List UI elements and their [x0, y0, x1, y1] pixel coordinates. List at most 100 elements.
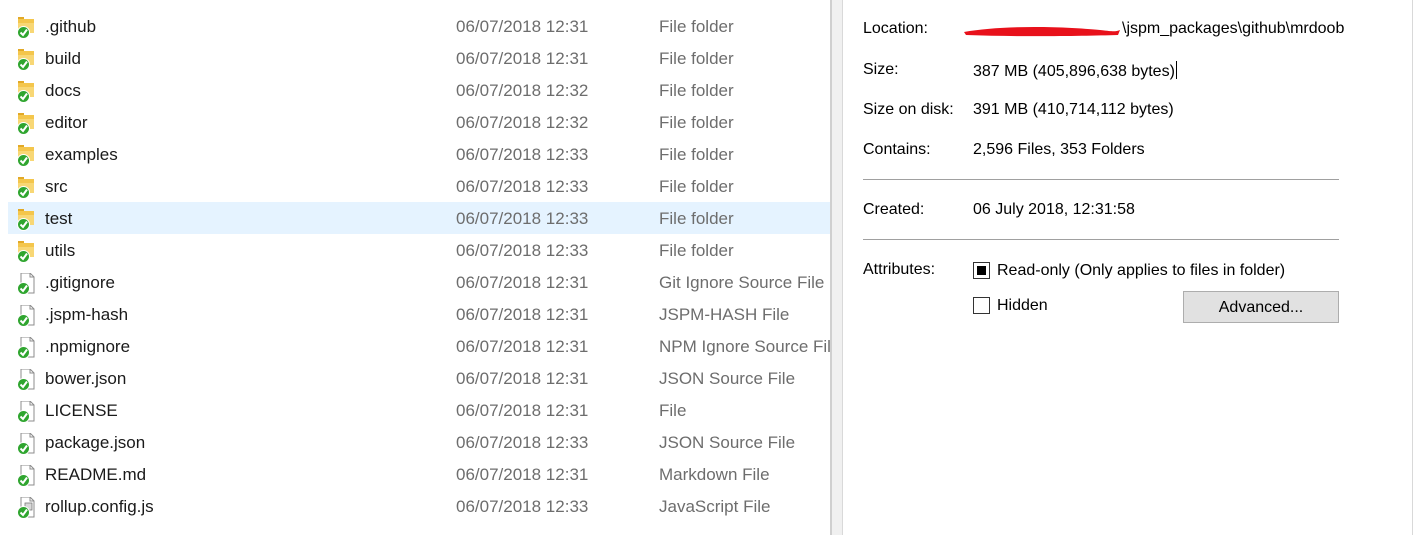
file-type: File folder — [659, 49, 734, 68]
date-modified: 06/07/2018 12:31 — [456, 337, 589, 356]
text-cursor — [1175, 61, 1177, 79]
contains-label: Contains: — [863, 141, 931, 158]
redaction-mark — [964, 27, 1120, 37]
date-modified: 06/07/2018 12:31 — [456, 401, 589, 420]
readonly-checkbox[interactable] — [973, 262, 990, 279]
folder-icon — [16, 177, 36, 199]
folder-icon — [16, 145, 36, 167]
contains-value[interactable]: 2,596 Files, 353 Folders — [973, 141, 1145, 159]
size-on-disk-value[interactable]: 391 MB (410,714,112 bytes) — [973, 101, 1174, 119]
file-type: Git Ignore Source File — [659, 273, 825, 292]
location-value[interactable]: \jspm_packages\github\mrdoob — [1122, 20, 1344, 38]
date-modified: 06/07/2018 12:33 — [456, 209, 589, 228]
file-row[interactable]: docs 06/07/2018 12:32 File folder — [8, 74, 832, 106]
file-row[interactable]: src 06/07/2018 12:33 File folder — [8, 170, 832, 202]
file-type: Markdown File — [659, 465, 770, 484]
date-modified: 06/07/2018 12:31 — [456, 305, 589, 324]
file-name[interactable]: test — [45, 209, 72, 229]
location-label: Location: — [863, 20, 928, 37]
file-name[interactable]: utils — [45, 241, 75, 261]
date-modified: 06/07/2018 12:31 — [456, 49, 589, 68]
file-type: File folder — [659, 209, 734, 228]
folder-icon — [16, 241, 36, 263]
folder-icon — [16, 17, 36, 39]
file-row[interactable]: bower.json 06/07/2018 12:31 JSON Source Fi… — [8, 362, 832, 394]
indeterminate-mark — [977, 266, 986, 275]
date-modified: 06/07/2018 12:31 — [456, 465, 589, 484]
file-type: JavaScript File — [659, 497, 771, 516]
file-name[interactable]: build — [45, 49, 81, 69]
date-modified: 06/07/2018 12:33 — [456, 433, 589, 452]
date-modified: 06/07/2018 12:31 — [456, 369, 589, 388]
file-name[interactable]: .gitignore — [45, 273, 115, 293]
file-icon — [16, 336, 36, 359]
date-modified: 06/07/2018 12:31 — [456, 17, 589, 36]
file-name[interactable]: package.json — [45, 433, 145, 453]
file-icon — [16, 272, 36, 295]
file-type: JSPM-HASH File — [659, 305, 790, 324]
file-name[interactable]: .jspm-hash — [45, 305, 128, 325]
file-row[interactable]: test 06/07/2018 12:33 File folder — [8, 202, 832, 234]
size-value[interactable]: 387 MB (405,896,638 bytes) — [973, 61, 1177, 81]
file-name[interactable]: docs — [45, 81, 81, 101]
file-row[interactable]: rollup.config.js 06/07/2018 12:33 JavaScri… — [8, 490, 832, 522]
file-icon — [16, 368, 36, 391]
file-name[interactable]: src — [45, 177, 68, 197]
properties-page-edge — [1412, 0, 1413, 535]
file-row[interactable]: .npmignore 06/07/2018 12:31 NPM Ignore Sou… — [8, 330, 832, 362]
file-icon — [16, 432, 36, 455]
file-row[interactable]: package.json 06/07/2018 12:33 JSON Source … — [8, 426, 832, 458]
file-name[interactable]: .github — [45, 17, 96, 37]
file-row[interactable]: editor 06/07/2018 12:32 File folder — [8, 106, 832, 138]
advanced-button[interactable]: Advanced... — [1183, 291, 1339, 323]
file-row[interactable]: .github 06/07/2018 12:31 File folder — [8, 10, 832, 42]
file-name[interactable]: editor — [45, 113, 88, 133]
date-modified: 06/07/2018 12:33 — [456, 241, 589, 260]
date-modified: 06/07/2018 12:32 — [456, 113, 589, 132]
date-modified: 06/07/2018 12:32 — [456, 81, 589, 100]
file-name[interactable]: examples — [45, 145, 118, 165]
created-label: Created: — [863, 201, 925, 218]
separator — [863, 239, 1339, 240]
separator — [863, 179, 1339, 180]
attributes-label: Attributes: — [863, 261, 936, 278]
file-row[interactable]: utils 06/07/2018 12:33 File folder — [8, 234, 832, 266]
date-modified: 06/07/2018 12:31 — [456, 273, 589, 292]
size-label: Size: — [863, 61, 899, 78]
hidden-label[interactable]: Hidden — [997, 297, 1048, 315]
file-type: File folder — [659, 145, 734, 164]
file-name[interactable]: .npmignore — [45, 337, 130, 357]
file-type: File folder — [659, 241, 734, 260]
file-row[interactable]: .jspm-hash 06/07/2018 12:31 JSPM-HASH File — [8, 298, 832, 330]
folder-icon — [16, 113, 36, 135]
created-value[interactable]: 06 July 2018, 12:31:58 — [973, 201, 1135, 219]
date-modified: 06/07/2018 12:33 — [456, 177, 589, 196]
readonly-label[interactable]: Read-only (Only applies to files in fold… — [997, 262, 1285, 280]
hidden-checkbox[interactable] — [973, 297, 990, 314]
file-type: JSON Source File — [659, 433, 796, 452]
file-type: JSON Source File — [659, 369, 796, 388]
file-icon — [16, 400, 36, 423]
file-name[interactable]: LICENSE — [45, 401, 118, 421]
file-icon — [16, 304, 36, 327]
file-type: File folder — [659, 177, 734, 196]
folder-icon — [16, 81, 36, 103]
file-list: .github 06/07/2018 12:31 File folder build 0… — [0, 0, 832, 535]
file-row[interactable]: examples 06/07/2018 12:33 File folder — [8, 138, 832, 170]
file-type: NPM Ignore Source File — [659, 337, 832, 356]
file-type: File — [659, 401, 687, 420]
folder-icon — [16, 209, 36, 231]
file-type: File folder — [659, 17, 734, 36]
file-type: File folder — [659, 113, 734, 132]
file-row[interactable]: build 06/07/2018 12:31 File folder — [8, 42, 832, 74]
file-name[interactable]: bower.json — [45, 369, 126, 389]
file-name[interactable]: rollup.config.js — [45, 497, 154, 517]
file-row[interactable]: README.md 06/07/2018 12:31 Markdown File — [8, 458, 832, 490]
file-row[interactable]: .gitignore 06/07/2018 12:31 Git Ignore Sou… — [8, 266, 832, 298]
script-file-icon — [16, 496, 36, 519]
file-name[interactable]: README.md — [45, 465, 146, 485]
date-modified: 06/07/2018 12:33 — [456, 145, 589, 164]
file-icon — [16, 464, 36, 487]
file-type: File folder — [659, 81, 734, 100]
file-row[interactable]: LICENSE 06/07/2018 12:31 File — [8, 394, 832, 426]
